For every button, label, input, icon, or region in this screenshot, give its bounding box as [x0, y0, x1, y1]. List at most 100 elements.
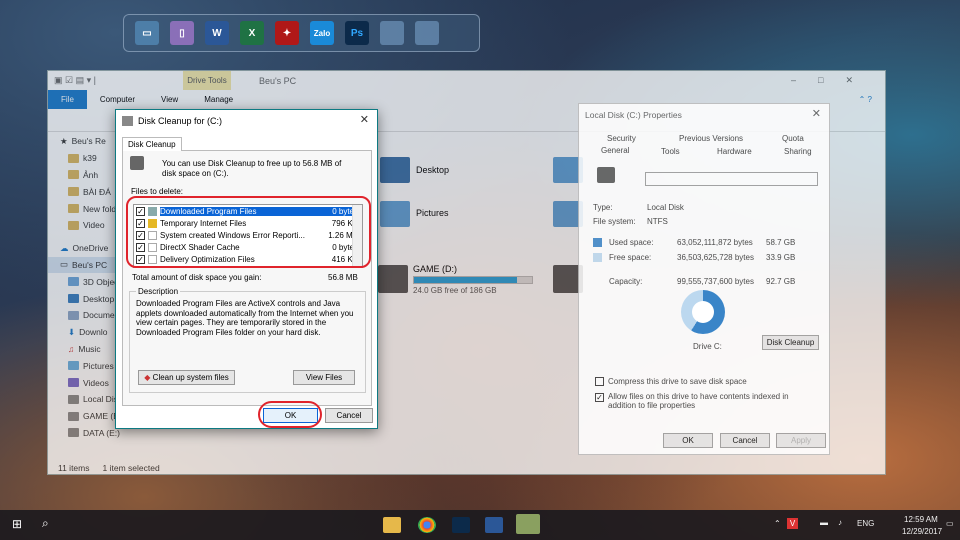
dock: ▭ ▯ W X ✦ Zalo Ps [123, 14, 480, 52]
window-controls[interactable]: –□✕ [791, 75, 875, 86]
drive-tools-label: Drive Tools [183, 71, 231, 90]
clean-up-system-files-button[interactable]: ◆ Clean up system files [138, 370, 235, 385]
index-label: Allow files on this drive to have conten… [608, 392, 789, 410]
cloud-icon: ☁ [60, 242, 69, 253]
chrome-icon[interactable] [418, 517, 436, 533]
notification-icon[interactable]: ▭ [946, 519, 954, 528]
tab-general[interactable]: General [601, 146, 629, 155]
close-icon[interactable]: ✕ [812, 107, 821, 120]
free-gb: 33.9 GB [766, 253, 796, 262]
cleanup-title: Disk Cleanup for (C:) [138, 116, 223, 126]
folder-icon [68, 204, 79, 214]
usage-donut-chart [681, 290, 725, 334]
drive-icon [597, 167, 615, 183]
tab-hardware[interactable]: Hardware [717, 147, 752, 156]
props-title: Local Disk (C:) Properties [585, 110, 682, 120]
music-icon: ♫ [68, 343, 75, 354]
excel-icon[interactable]: X [240, 21, 264, 45]
view-files-button[interactable]: View Files [293, 370, 355, 385]
document-icon [68, 310, 79, 320]
drive-label: GAME (D:) [413, 264, 457, 274]
monitor-icon[interactable]: ▭ [135, 21, 159, 45]
folder-icon [68, 220, 79, 230]
cancel-button[interactable]: Cancel [325, 408, 373, 423]
disk-cleanup-dialog: Disk Cleanup for (C:) ✕ Disk Cleanup You… [115, 109, 378, 429]
folder-icon [68, 153, 79, 163]
tab-quota[interactable]: Quota [782, 134, 804, 143]
language-indicator[interactable]: ENG [857, 519, 874, 528]
tab-disk-cleanup[interactable]: Disk Cleanup [122, 137, 182, 151]
capacity-label: Capacity: [609, 277, 643, 286]
recycle-bin-icon[interactable]: ▯ [170, 21, 194, 45]
tab-tools[interactable]: Tools [661, 147, 680, 156]
description-text: Downloaded Program Files are ActiveX con… [136, 299, 354, 337]
used-label: Used space: [609, 238, 654, 247]
photoshop-icon[interactable]: Ps [345, 21, 369, 45]
help-icon[interactable]: ⌃ ? [846, 95, 885, 104]
zalo-icon[interactable]: Zalo [310, 21, 334, 45]
clock-date[interactable]: 12/29/2017 [902, 527, 942, 536]
taskbar [0, 510, 960, 540]
cleanup-app-icon [122, 116, 133, 126]
file-explorer-icon[interactable] [383, 517, 401, 533]
status-bar: 11 items 1 item selected [58, 463, 160, 473]
photoshop-icon[interactable] [452, 517, 470, 533]
word-icon[interactable] [485, 517, 503, 533]
desktop-folder-icon[interactable] [380, 157, 410, 183]
free-swatch [593, 253, 602, 262]
cleanup-intro: You can use Disk Cleanup to free up to 5… [162, 159, 342, 178]
compress-checkbox[interactable] [595, 377, 604, 386]
drive-icon [130, 156, 144, 170]
quick-access-icon[interactable]: ▣ ☑ ▤ ▾ | [54, 75, 96, 86]
ok-button[interactable]: OK [663, 433, 713, 448]
window-title: Beu's PC [258, 75, 297, 86]
index-checkbox[interactable]: ✓ [595, 393, 604, 402]
tab-view[interactable]: View [148, 95, 191, 104]
pictures-icon [68, 361, 79, 371]
volume-icon[interactable]: ♪ [838, 518, 842, 527]
network-icon[interactable]: ▬ [820, 518, 828, 527]
disk-cleanup-button[interactable]: Disk Cleanup [762, 335, 819, 350]
search-icon[interactable]: ⌕ [42, 516, 49, 531]
drive-icon [68, 394, 79, 404]
tab-computer[interactable]: Computer [87, 95, 148, 104]
apply-button[interactable]: Apply [776, 433, 826, 448]
vivaldi-tray-icon[interactable]: V [787, 518, 798, 529]
window-icon[interactable] [415, 21, 439, 45]
total-label: Total amount of disk space you gain: [132, 273, 262, 282]
pictures-folder-icon[interactable] [380, 201, 410, 227]
fs-value: NTFS [647, 217, 668, 226]
folder-icon [68, 187, 79, 197]
game-icon[interactable]: ✦ [275, 21, 299, 45]
ok-highlight-annotation [258, 401, 322, 428]
tab-sharing[interactable]: Sharing [784, 147, 812, 156]
cancel-button[interactable]: Cancel [720, 433, 770, 448]
used-swatch [593, 238, 602, 247]
tab-security[interactable]: Security [607, 134, 636, 143]
drive-icon[interactable] [378, 265, 408, 293]
tray-arrow-icon[interactable]: ⌃ [774, 519, 781, 528]
windows-start-icon[interactable]: ⊞ [12, 518, 25, 531]
clock-time[interactable]: 12:59 AM [904, 515, 938, 524]
description-title: Description [136, 287, 181, 296]
word-icon[interactable]: W [205, 21, 229, 45]
cube-icon [68, 277, 79, 287]
fs-label: File system: [593, 217, 636, 226]
folder-label: Desktop [416, 165, 450, 175]
disk-cleanup-taskbar-icon[interactable] [516, 514, 540, 534]
folder-icon [68, 170, 79, 180]
properties-dialog: Local Disk (C:) Properties ✕ Security Pr… [578, 103, 830, 455]
tab-manage[interactable]: Manage [191, 95, 246, 104]
status-items: 11 items [58, 463, 90, 473]
tab-file[interactable]: File [48, 90, 87, 109]
window-icon[interactable] [380, 21, 404, 45]
status-selected: 1 item selected [102, 463, 160, 473]
capacity-gb: 92.7 GB [766, 277, 796, 286]
video-icon [68, 378, 79, 388]
files-to-delete-label: Files to delete: [131, 187, 184, 196]
tab-previous-versions[interactable]: Previous Versions [679, 134, 743, 143]
drive-name-input[interactable] [645, 172, 818, 186]
close-icon[interactable]: ✕ [360, 113, 369, 126]
desktop-icon [68, 294, 79, 304]
capacity-bytes: 99,555,737,600 bytes [677, 277, 754, 286]
